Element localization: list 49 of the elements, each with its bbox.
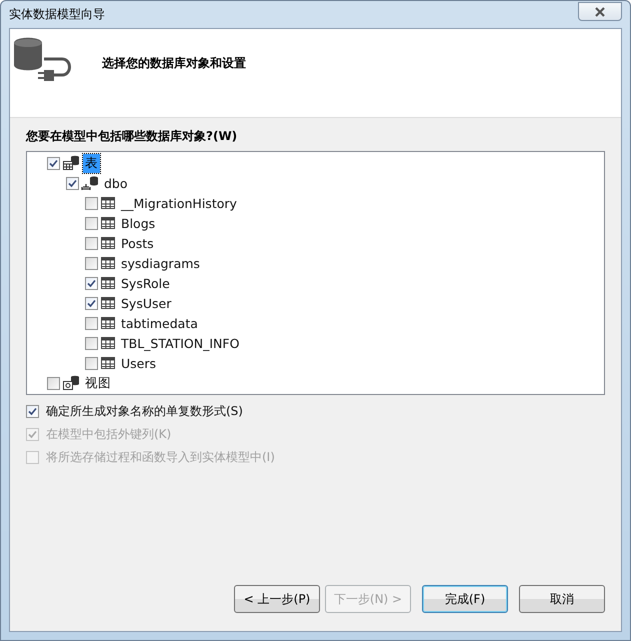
object-tree[interactable]: 表 dbo __MigrationHistory Blogs Posts sysdiagrams SysRole SysUser tabtimedata TBL_STATION_INFO Users 视图 bbox=[26, 151, 605, 395]
checkbox[interactable] bbox=[85, 316, 98, 330]
tree-item[interactable]: 表 bbox=[83, 154, 100, 172]
close-icon bbox=[594, 6, 606, 16]
checkbox[interactable] bbox=[85, 256, 98, 270]
tree-item[interactable]: Users bbox=[119, 354, 158, 372]
checkbox[interactable] bbox=[85, 196, 98, 210]
window-title: 实体数据模型向导 bbox=[9, 6, 105, 23]
close-button[interactable] bbox=[578, 2, 622, 21]
wizard-button[interactable]: < 上一步(P) bbox=[234, 585, 320, 613]
wizard-button[interactable]: 完成(F) bbox=[422, 585, 508, 613]
tree-item[interactable]: __MigrationHistory bbox=[119, 194, 239, 212]
table-icon bbox=[100, 296, 116, 310]
table-icon bbox=[100, 216, 116, 230]
tree-label: 您要在模型中包括哪些数据库对象?(W) bbox=[26, 128, 238, 145]
option-label: 在模型中包括外键列(K) bbox=[46, 426, 172, 443]
checkbox[interactable] bbox=[85, 336, 98, 350]
table-icon bbox=[100, 236, 116, 250]
tree-item[interactable]: tabtimedata bbox=[119, 314, 200, 332]
tree-item[interactable]: dbo bbox=[102, 174, 130, 192]
checkbox[interactable] bbox=[26, 405, 39, 418]
page-heading: 选择您的数据库对象和设置 bbox=[102, 54, 246, 72]
checkbox[interactable] bbox=[85, 356, 98, 370]
checkbox[interactable] bbox=[47, 156, 60, 170]
table-icon bbox=[100, 356, 116, 370]
table-icon bbox=[100, 336, 116, 350]
option-label: 确定所生成对象名称的单复数形式(S) bbox=[46, 403, 243, 420]
tree-item[interactable]: Posts bbox=[119, 234, 156, 252]
views-folder-icon bbox=[62, 375, 80, 391]
tree-item[interactable]: SysRole bbox=[119, 274, 172, 292]
tree-item[interactable]: Blogs bbox=[119, 214, 158, 232]
checkbox[interactable] bbox=[85, 296, 98, 310]
checkbox[interactable] bbox=[66, 176, 79, 190]
tree-item[interactable]: 视图 bbox=[83, 374, 113, 392]
schema-icon bbox=[81, 175, 99, 191]
table-icon bbox=[100, 196, 116, 210]
checkbox[interactable] bbox=[85, 216, 98, 230]
table-icon bbox=[100, 316, 116, 330]
checkbox[interactable] bbox=[85, 236, 98, 250]
tree-item[interactable]: SysUser bbox=[119, 294, 174, 312]
tables-folder-icon bbox=[62, 155, 80, 171]
checkbox[interactable] bbox=[85, 276, 98, 290]
tree-item[interactable]: TBL_STATION_INFO bbox=[119, 334, 242, 352]
table-icon bbox=[100, 256, 116, 270]
table-icon bbox=[100, 276, 116, 290]
wizard-button[interactable]: 取消 bbox=[519, 585, 605, 613]
option-label: 将所选存储过程和函数导入到实体模型中(I) bbox=[46, 449, 275, 466]
tree-item[interactable]: sysdiagrams bbox=[119, 254, 202, 272]
checkbox[interactable] bbox=[47, 376, 60, 390]
